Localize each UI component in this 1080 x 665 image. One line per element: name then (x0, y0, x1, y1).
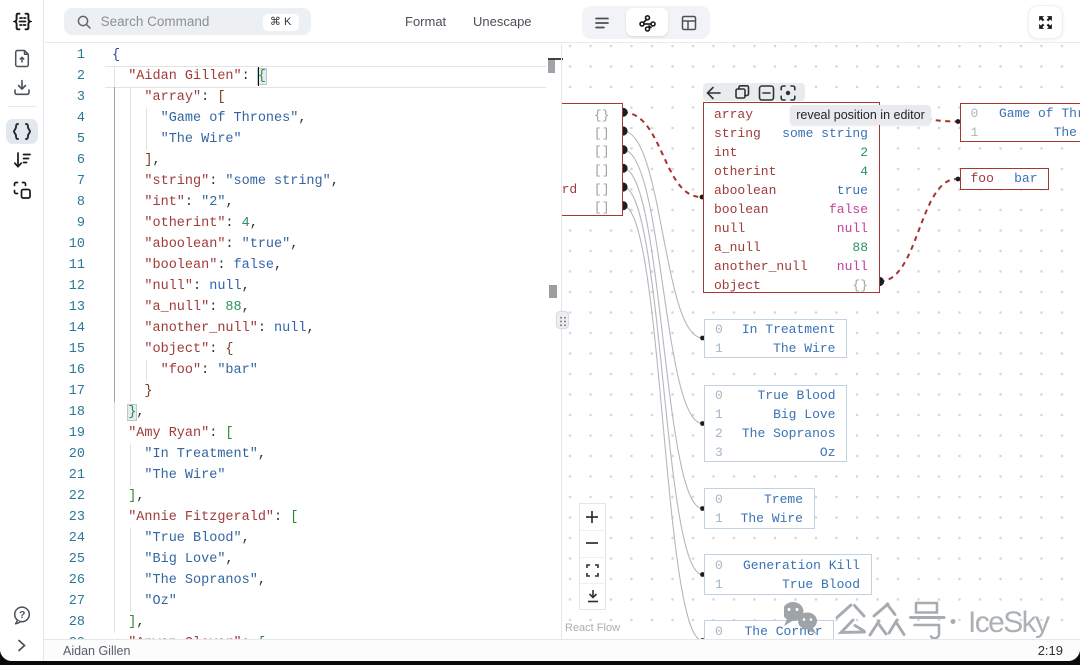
svg-text:?: ? (19, 609, 25, 621)
svg-text:IceSky: IceSky (968, 606, 1050, 639)
